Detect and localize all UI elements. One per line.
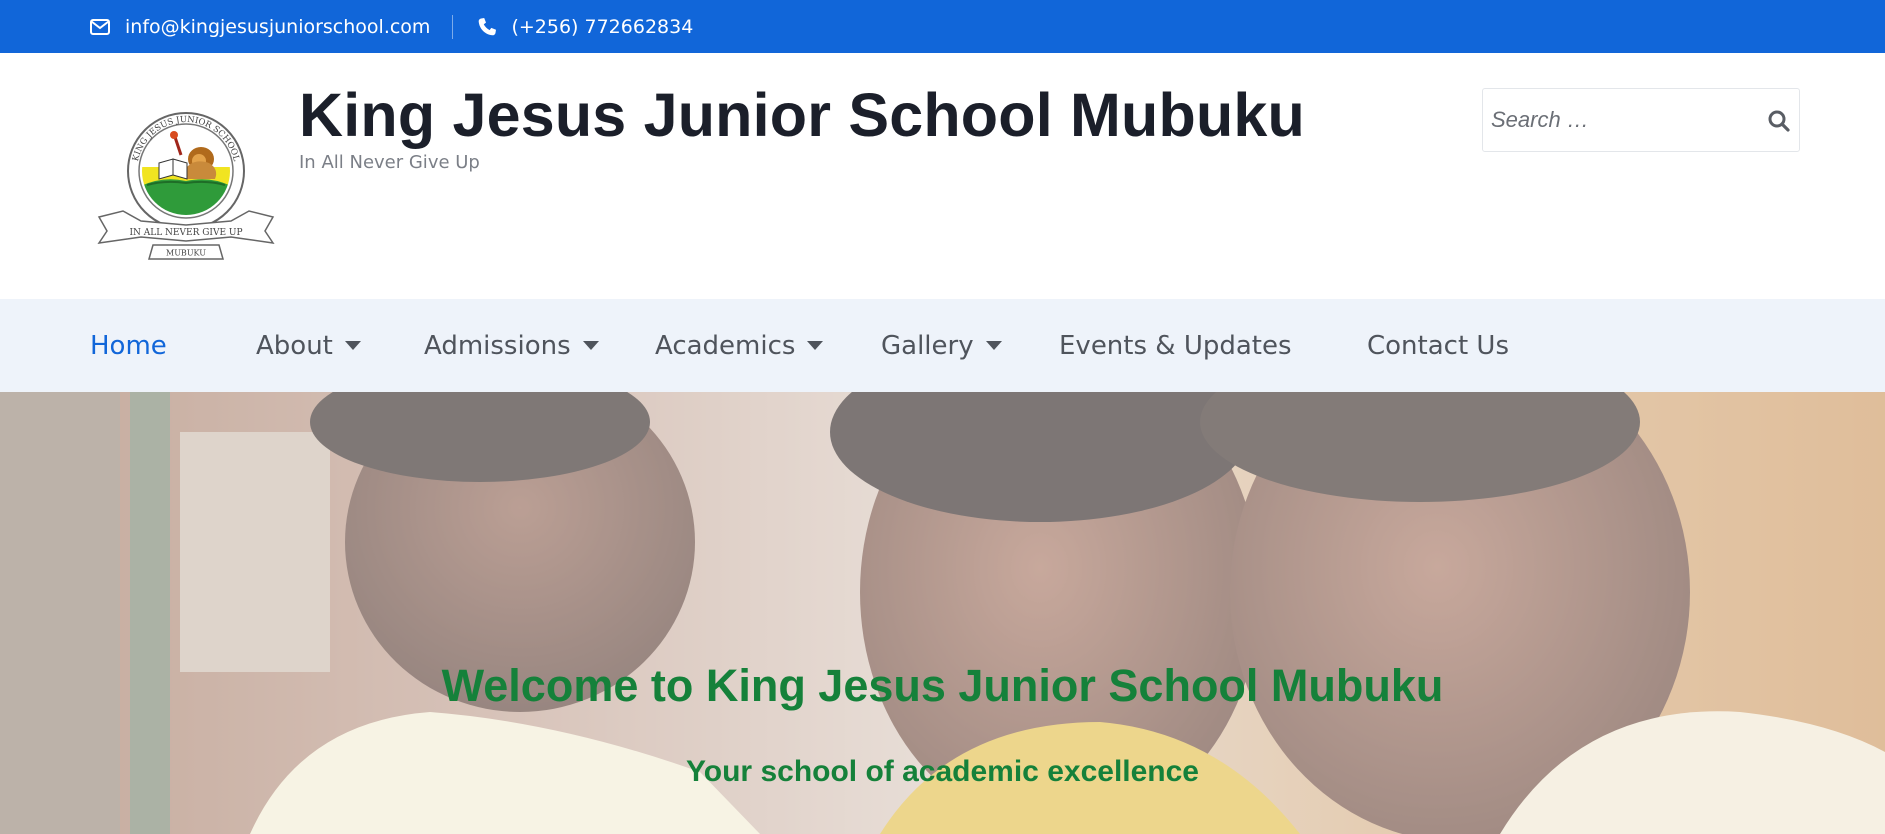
topbar-divider [452,14,454,39]
hero-banner: Welcome to King Jesus Junior School Mubu… [0,392,1885,834]
chevron-down-icon [344,341,361,350]
nav-item-label: Contact Us [1367,330,1509,361]
nav-item-home[interactable]: Home [90,299,167,392]
nav-item-label: Home [90,330,167,361]
chevron-down-icon [807,341,824,350]
phone-number[interactable]: (+256) 772662834 [511,16,693,38]
site-title[interactable]: King Jesus Junior School Mubuku [299,80,1305,150]
main-navigation: Home About Admissions Academics Gallery … [0,299,1885,392]
phone-contact[interactable]: (+256) 772662834 [477,16,693,38]
top-contact-bar: info@kingjesusjuniorschool.com (+256) 77… [0,0,1885,53]
chevron-down-icon [985,341,1002,350]
site-tagline: In All Never Give Up [299,152,480,173]
logo-ribbon-text: IN ALL NEVER GIVE UP [129,228,242,238]
envelope-icon [90,18,110,35]
nav-item-academics[interactable]: Academics [655,299,824,392]
hero-subtitle: Your school of academic excellence [686,755,1199,788]
hero-title: Welcome to King Jesus Junior School Mubu… [441,660,1444,711]
search-icon[interactable] [1764,106,1794,136]
site-header: KING JESUS JUNIOR SCHOOL IN ALL NEVER GI… [0,53,1885,299]
nav-item-label: Academics [655,330,796,361]
email-contact[interactable]: info@kingjesusjuniorschool.com [90,16,430,38]
nav-item-label: About [256,330,333,361]
nav-item-gallery[interactable]: Gallery [881,299,1002,392]
nav-item-label: Admissions [424,330,571,361]
chevron-down-icon [582,341,599,350]
nav-item-events-updates[interactable]: Events & Updates [1059,299,1292,392]
search-form [1482,88,1800,152]
school-crest-logo[interactable]: KING JESUS JUNIOR SCHOOL IN ALL NEVER GI… [95,97,277,263]
logo-bottom-text: MUBUKU [166,249,206,258]
nav-item-about[interactable]: About [256,299,361,392]
phone-icon [477,17,497,37]
email-link[interactable]: info@kingjesusjuniorschool.com [125,16,430,38]
nav-item-contact-us[interactable]: Contact Us [1367,299,1509,392]
nav-item-label: Gallery [881,330,974,361]
search-input[interactable] [1483,89,1753,151]
nav-item-admissions[interactable]: Admissions [424,299,599,392]
nav-item-label: Events & Updates [1059,330,1292,361]
